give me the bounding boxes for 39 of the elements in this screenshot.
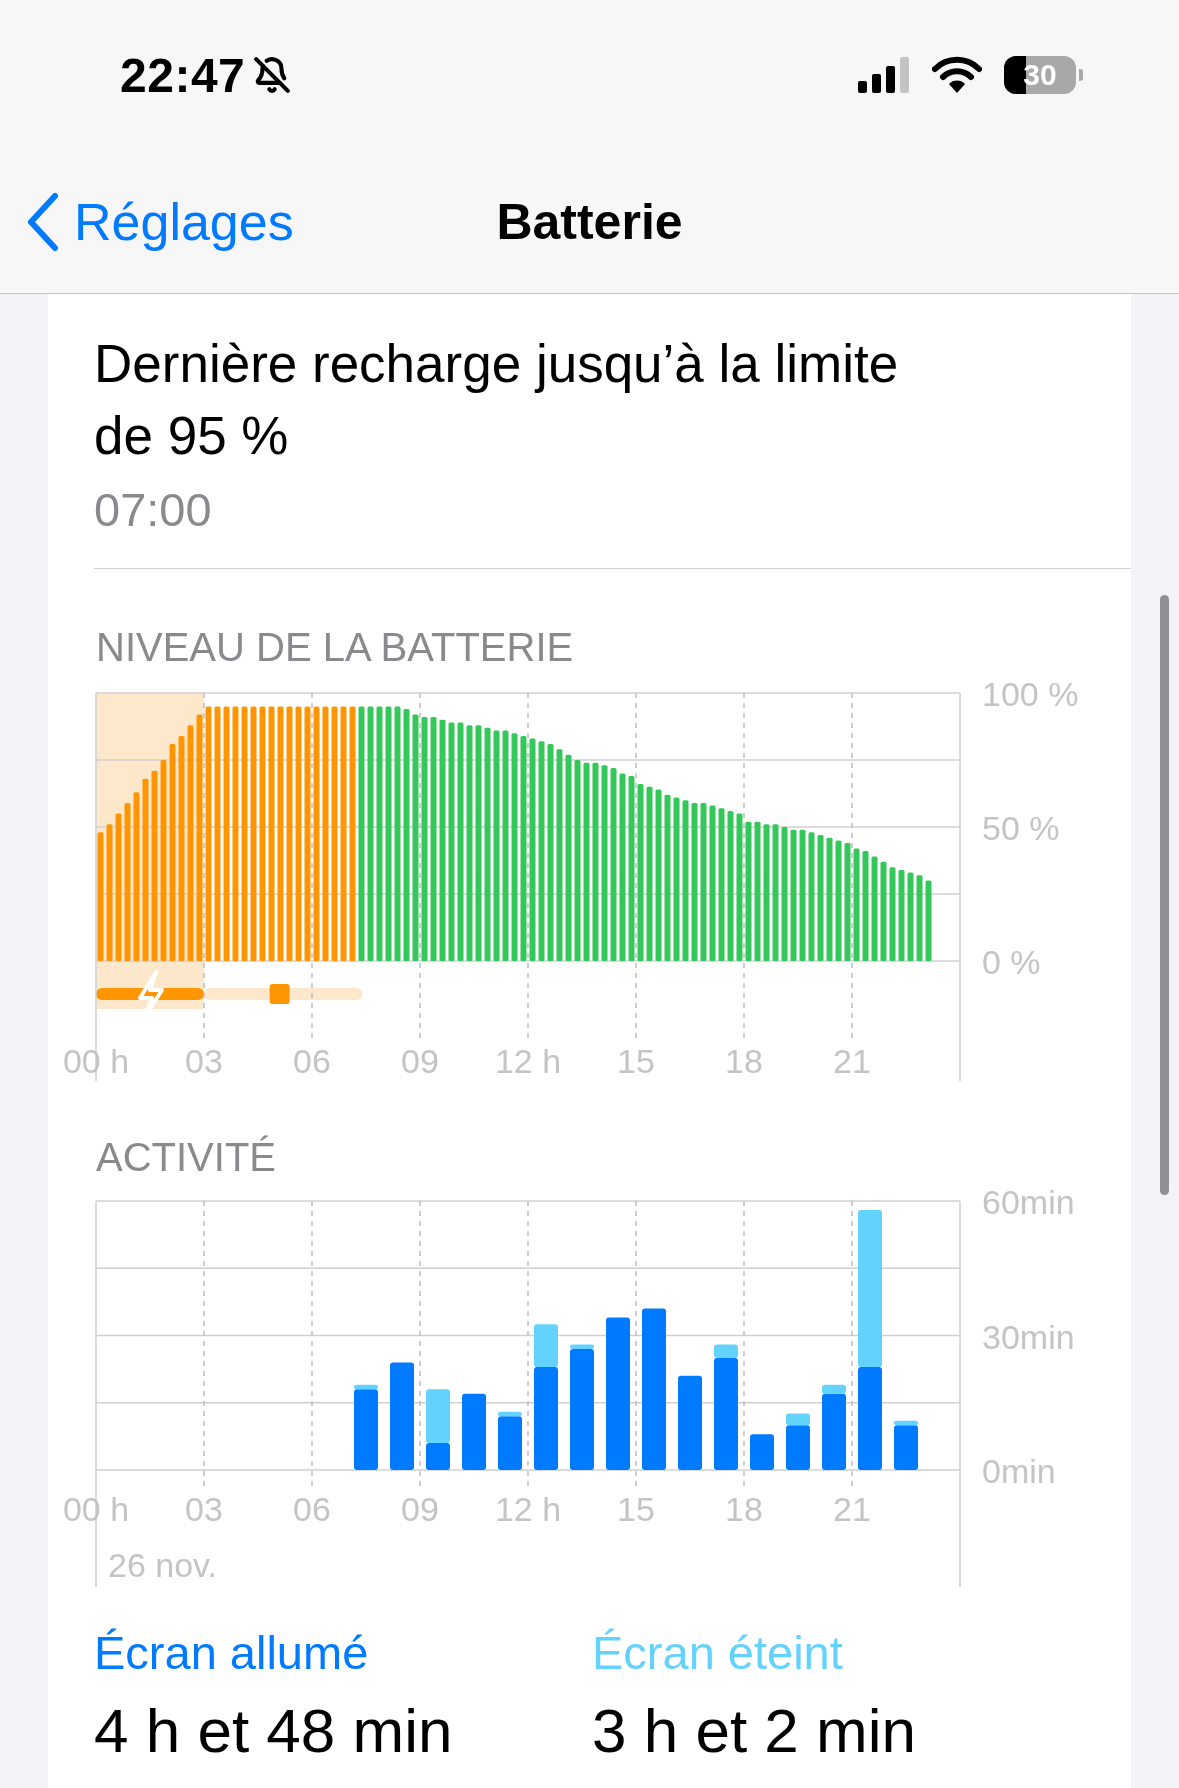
axis-label: 50 % <box>982 809 1060 847</box>
last-charge-time: 07:00 <box>94 482 213 538</box>
axis-label: 00 h <box>62 1490 130 1528</box>
signal-icon <box>858 57 910 93</box>
section-header: NIVEAU DE LA BATTERIE <box>96 624 575 671</box>
axis-label: 30min <box>982 1317 1075 1356</box>
date-label: 26 nov. <box>108 1546 217 1584</box>
back-button[interactable]: Réglages <box>0 191 294 252</box>
status-time: 22:47 <box>120 47 246 103</box>
last-charge-title: Dernière recharge jusqu’à la limite de 95 % <box>94 333 900 467</box>
axis-label: 06 <box>293 1490 331 1528</box>
chevron-left-icon <box>26 191 60 252</box>
axis-label: 03 <box>185 1042 223 1080</box>
legend-label: Écran allumé <box>94 1625 370 1681</box>
wifi-icon <box>932 56 982 94</box>
axis-label: 18 <box>725 1490 763 1528</box>
axis-label: 12 h <box>494 1042 562 1080</box>
legend-label: Écran éteint <box>592 1625 844 1681</box>
chart-bar <box>750 1434 774 1470</box>
axis-label: 09 <box>401 1042 439 1080</box>
axis-label: 21 <box>833 1490 871 1528</box>
section-header: ACTIVITÉ <box>96 1134 278 1181</box>
axis-label: 00 h <box>62 1042 130 1080</box>
axis-label: 09 <box>401 1490 439 1528</box>
duration-value: 3 h et 2 min <box>592 1695 917 1767</box>
axis-label: 0min <box>982 1452 1056 1490</box>
page-title: Batterie <box>496 192 683 251</box>
axis-label: 06 <box>293 1042 331 1080</box>
axis-label: 15 <box>617 1490 655 1528</box>
axis-label: 0 % <box>982 943 1041 981</box>
axis-label: 15 <box>617 1042 655 1080</box>
axis-label: 60min <box>982 1187 1075 1221</box>
axis-label: 21 <box>833 1042 871 1080</box>
axis-label: 100 % <box>982 677 1079 713</box>
axis-label: 18 <box>725 1042 763 1080</box>
duration-value: 4 h et 48 min <box>94 1695 454 1767</box>
axis-label: 03 <box>185 1490 223 1528</box>
schedule-marker <box>269 984 290 1004</box>
axis-label: 12 h <box>494 1490 562 1528</box>
